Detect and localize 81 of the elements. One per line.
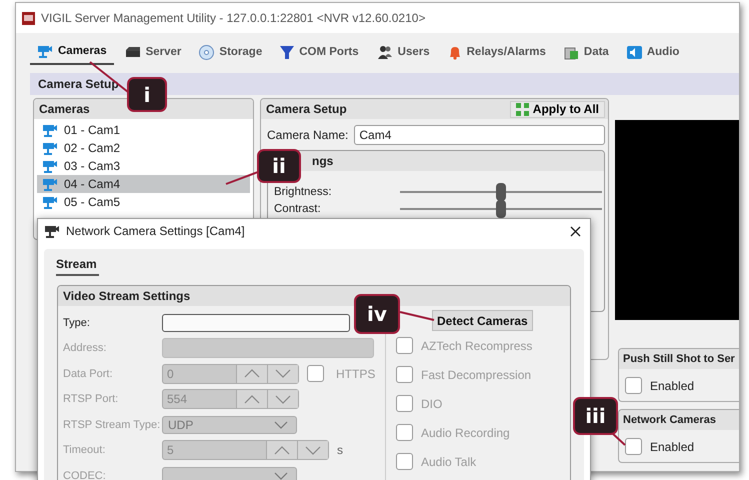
chevron-down-icon: [274, 420, 288, 429]
panel-title: Push Still Shot to Ser: [619, 349, 739, 369]
checkbox-label: AZTech Recompress: [421, 338, 532, 352]
chevron-up-icon: [274, 446, 290, 455]
tab[interactable]: Users: [370, 39, 437, 65]
unit-label: s: [337, 443, 343, 458]
camera-icon: [42, 141, 58, 155]
camera-icon: [42, 177, 58, 191]
tab[interactable]: Cameras: [30, 39, 114, 65]
callout-badge: iv: [354, 294, 400, 334]
checkbox-label: Audio Talk: [421, 454, 476, 468]
chevron-up-icon: [244, 369, 260, 378]
checkbox[interactable]: [625, 377, 642, 394]
camera-name-field[interactable]: Cam4: [354, 125, 605, 145]
bell-icon: [448, 44, 462, 60]
camera-list-item[interactable]: 03 - Cam3: [37, 157, 250, 175]
window-title: VIGIL Server Management Utility - 127.0.0.1:22801 <NVR v12.60.0210>: [41, 11, 426, 25]
detect-cameras-button[interactable]: Detect Cameras: [432, 310, 533, 331]
panel-title: Network Cameras: [619, 410, 739, 430]
apply-to-all-button[interactable]: Apply to All: [510, 100, 605, 118]
chevron-down-icon: [274, 472, 288, 480]
checkbox-label: Audio Recording: [421, 426, 510, 440]
leader-line: [611, 432, 626, 446]
slider-label: Contrast:: [274, 202, 322, 214]
tab[interactable]: Relays/Alarms: [440, 39, 553, 65]
input-field[interactable]: [162, 338, 374, 358]
dialog-title: Network Camera Settings [Cam4]: [66, 224, 245, 238]
field-label: RTSP Stream Type:: [63, 418, 162, 431]
camera-icon: [42, 159, 58, 173]
checkbox-label: Enabled: [650, 440, 694, 454]
camera-icon: [42, 123, 58, 137]
speaker-icon: [626, 44, 642, 60]
checkbox-label: Fast Decompression: [421, 368, 532, 382]
close-icon[interactable]: [570, 226, 581, 236]
field-label: CODEC:: [63, 470, 107, 480]
field-label: Address:: [63, 342, 108, 354]
leader-line: [400, 311, 434, 321]
tab[interactable]: Server: [118, 39, 188, 65]
disc-icon: [199, 44, 214, 60]
field-label: RTSP Port:: [63, 393, 120, 406]
tab[interactable]: COM Ports: [273, 39, 366, 65]
group-title: Video Stream Settings: [58, 286, 570, 306]
slider-thumb[interactable]: [496, 182, 506, 200]
camera-list-item[interactable]: 05 - Cam5: [37, 193, 250, 211]
panel-title: ngs: [312, 154, 334, 168]
tab[interactable]: Data: [556, 39, 616, 65]
tab[interactable]: Audio: [620, 39, 686, 65]
checkbox-label: DIO: [421, 396, 442, 410]
field-label: Timeout:: [63, 444, 106, 456]
app-logo-icon: [22, 12, 35, 24]
funnel-icon: [280, 44, 294, 60]
grid-icon: [516, 102, 529, 116]
field-label: Data Port:: [63, 368, 114, 380]
checkbox[interactable]: [625, 438, 642, 455]
checkbox-label: HTTPS: [336, 366, 376, 381]
callout-badge: iii: [573, 397, 618, 435]
leader-line: [226, 171, 258, 185]
camera-list-item[interactable]: 01 - Cam1: [37, 121, 250, 139]
callout-badge: i: [127, 77, 167, 112]
tab[interactable]: Stream: [56, 257, 99, 276]
camera-list-item[interactable]: 04 - Cam4: [37, 175, 250, 193]
server-icon: [124, 46, 141, 58]
camera-icon: [42, 195, 58, 209]
callout-badge: ii: [257, 149, 301, 183]
slider-label: Brightness:: [274, 186, 333, 198]
chevron-down-icon: [275, 394, 291, 404]
chevron-up-icon: [244, 394, 260, 404]
camera-icon: [37, 44, 53, 58]
users-icon: [376, 45, 393, 59]
checkbox-label: Enabled: [650, 378, 694, 392]
slider-thumb[interactable]: [496, 200, 506, 218]
chevron-down-icon: [275, 369, 291, 378]
field-label: Type:: [63, 316, 91, 329]
dropdown[interactable]: [162, 314, 350, 332]
panel-title: Camera Setup: [266, 101, 347, 118]
camera-icon: [44, 224, 60, 238]
field-label: Camera Name:: [267, 128, 348, 142]
tab[interactable]: Storage: [192, 39, 270, 65]
camera-list-item[interactable]: 02 - Cam2: [37, 139, 250, 157]
chevron-down-icon: [305, 446, 321, 455]
document-icon: [564, 44, 579, 60]
